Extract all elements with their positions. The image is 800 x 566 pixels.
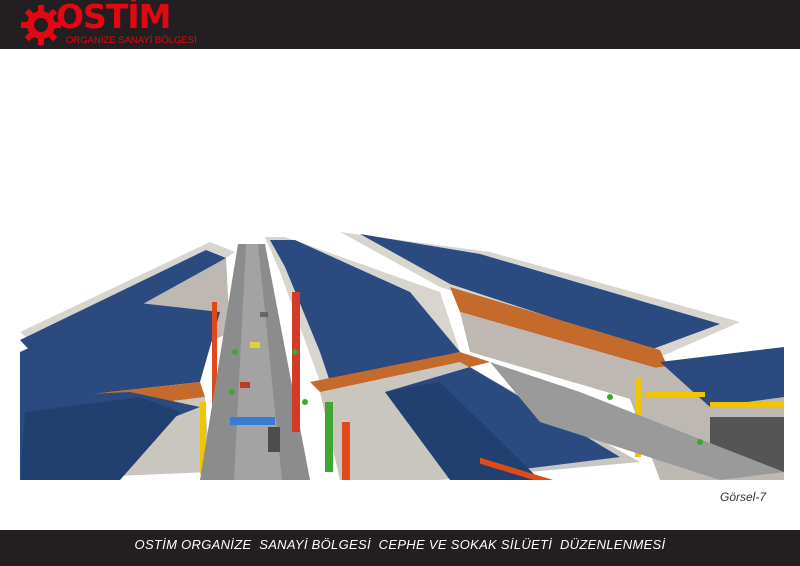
footer-bar: OSTİM ORGANİZE SANAYİ BÖLGESİ CEPHE VE S…: [0, 530, 800, 566]
brand-subtitle: ORGANİZE SANAYİ BÖLGESİ: [66, 35, 197, 46]
ostim-logo: OSTİM ORGANİZE SANAYİ BÖLGESİ: [16, 0, 206, 48]
header-bar: OSTİM ORGANİZE SANAYİ BÖLGESİ: [0, 0, 800, 49]
industrial-zone-rendering: [20, 232, 784, 480]
brand-name: OSTİM: [56, 0, 171, 36]
footer-title: OSTİM ORGANİZE SANAYİ BÖLGESİ CEPHE VE S…: [134, 537, 666, 552]
figure-caption: Görsel-7: [719, 490, 766, 504]
